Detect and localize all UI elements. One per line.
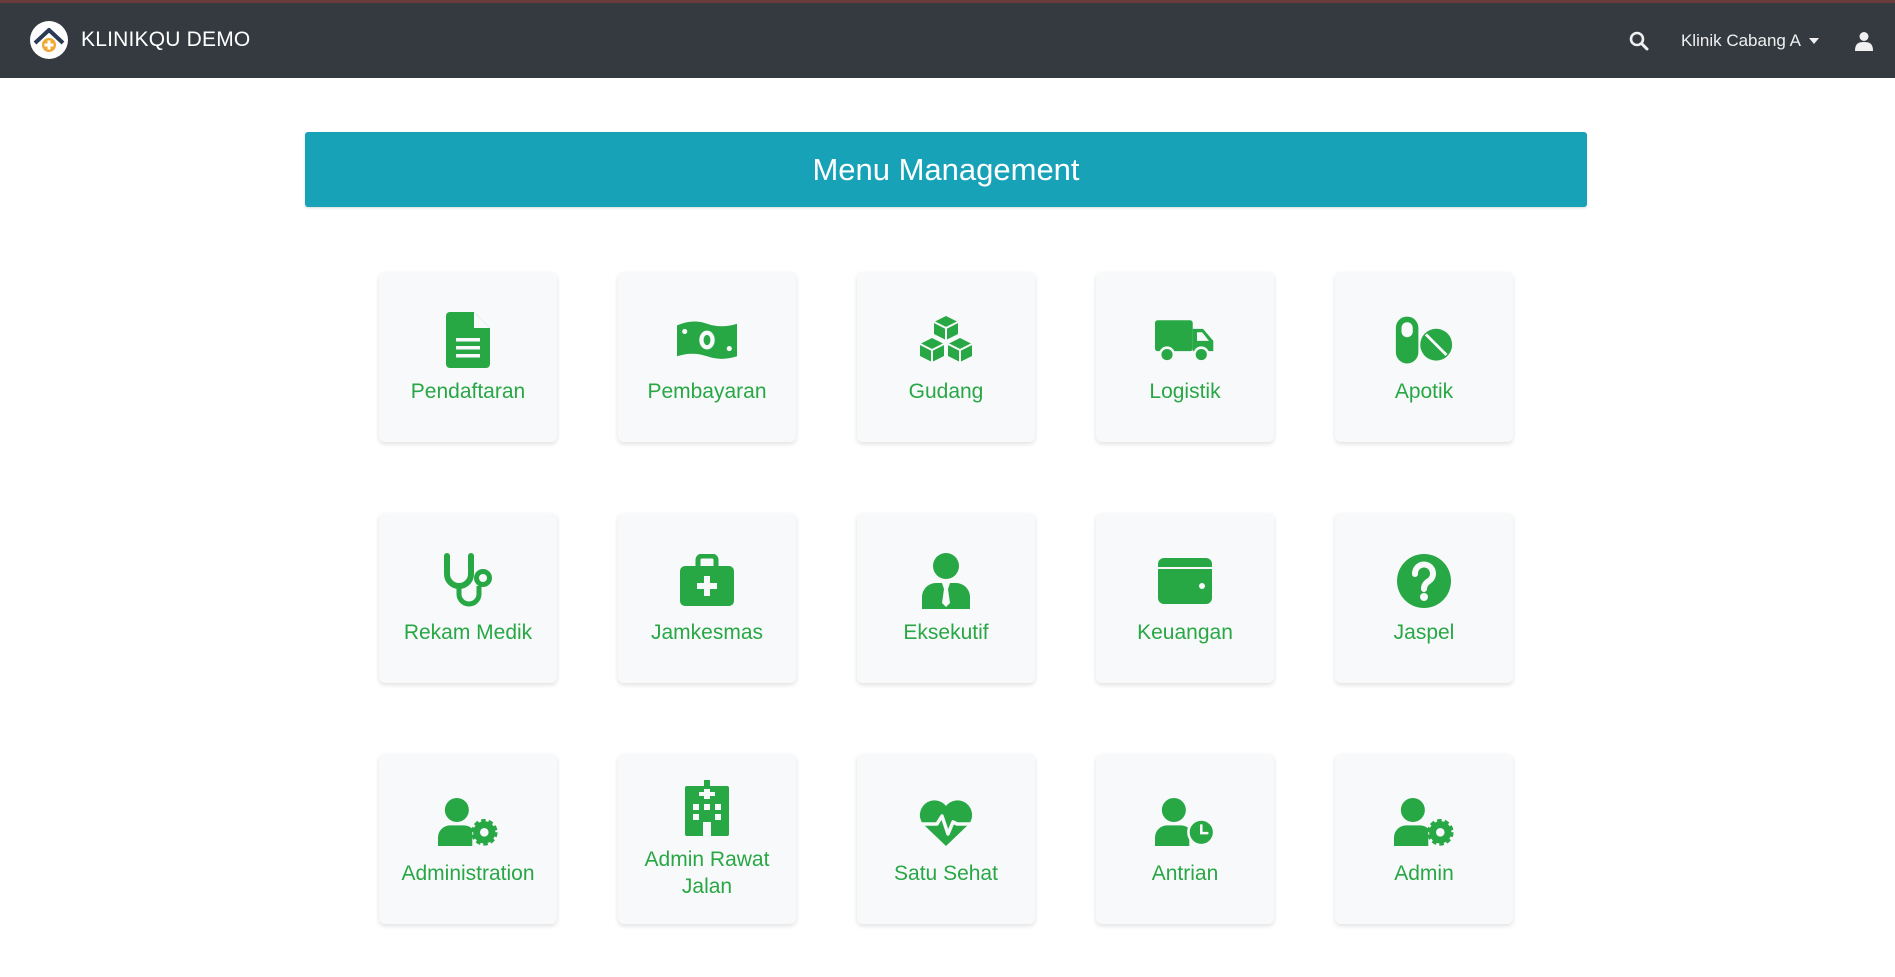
cubes-icon (916, 310, 976, 370)
menu-item-label: Apotik (1394, 379, 1454, 403)
menu-item-label: Jamkesmas (650, 620, 764, 644)
user-cog-icon (438, 792, 498, 852)
menu-item-eksekutif[interactable]: Eksekutif (857, 513, 1035, 683)
wallet-icon (1155, 551, 1215, 611)
menu-item-label: Pendaftaran (410, 379, 526, 403)
menu-item-label: Satu Sehat (894, 861, 998, 885)
menu-item-rekam-medik[interactable]: Rekam Medik (379, 513, 557, 683)
menu-item-label: Eksekutif (903, 620, 989, 644)
question-circle-icon (1394, 551, 1454, 611)
menu-item-apotik[interactable]: Apotik (1335, 272, 1513, 442)
menu-item-label: Rekam Medik (403, 620, 533, 644)
navbar: KLINIKQU DEMO Klinik Cabang A (0, 3, 1895, 78)
brand[interactable]: KLINIKQU DEMO (30, 21, 250, 59)
branch-label: Klinik Cabang A (1680, 30, 1801, 50)
menu-item-keuangan[interactable]: Keuangan (1096, 513, 1274, 683)
menu-item-administration[interactable]: Administration (379, 754, 557, 924)
search-icon[interactable] (1629, 31, 1649, 51)
clinic-logo-icon (30, 21, 68, 59)
heartbeat-icon (916, 792, 976, 852)
menu-item-label: Keuangan (1137, 620, 1233, 644)
menu-item-jaspel[interactable]: Jaspel (1335, 513, 1513, 683)
menu-item-label: Gudang (908, 379, 984, 403)
page-title: Menu Management (812, 151, 1080, 187)
menu-item-label: Admin Rawat Jalan (644, 848, 770, 898)
menu-item-label: Pembayaran (647, 379, 767, 403)
user-cog-icon (1394, 792, 1454, 852)
menu-item-pendaftaran[interactable]: Pendaftaran (379, 272, 557, 442)
menu-item-pembayaran[interactable]: Pembayaran (618, 272, 796, 442)
medkit-icon (677, 551, 737, 611)
menu-item-label: Jaspel (1393, 620, 1455, 644)
menu-item-admin[interactable]: Admin (1335, 754, 1513, 924)
menu-item-label: Administration (401, 861, 535, 885)
menu-item-satu-sehat[interactable]: Satu Sehat (857, 754, 1035, 924)
branch-dropdown[interactable]: Klinik Cabang A (1681, 31, 1819, 51)
menu-item-gudang[interactable]: Gudang (857, 272, 1035, 442)
menu-item-antrian[interactable]: Antrian (1096, 754, 1274, 924)
money-bill-icon (677, 310, 737, 370)
pills-icon (1394, 310, 1454, 370)
user-icon[interactable] (1855, 31, 1873, 51)
file-icon (438, 310, 498, 370)
menu-item-admin-rawat-jalan[interactable]: Admin Rawat Jalan (618, 754, 796, 924)
truck-icon (1155, 310, 1215, 370)
chevron-down-icon (1809, 37, 1819, 44)
menu-item-label: Logistik (1149, 379, 1221, 403)
hospital-icon (677, 778, 737, 838)
stethoscope-icon (438, 551, 498, 611)
user-tie-icon (916, 551, 976, 611)
page-title-banner: Menu Management (305, 132, 1587, 207)
menu-item-jamkesmas[interactable]: Jamkesmas (618, 513, 796, 683)
brand-name: KLINIKQU DEMO (81, 28, 251, 51)
menu-item-label: Admin (1394, 861, 1454, 885)
user-clock-icon (1155, 792, 1215, 852)
menu-item-label: Antrian (1151, 861, 1219, 885)
menu-item-logistik[interactable]: Logistik (1096, 272, 1274, 442)
